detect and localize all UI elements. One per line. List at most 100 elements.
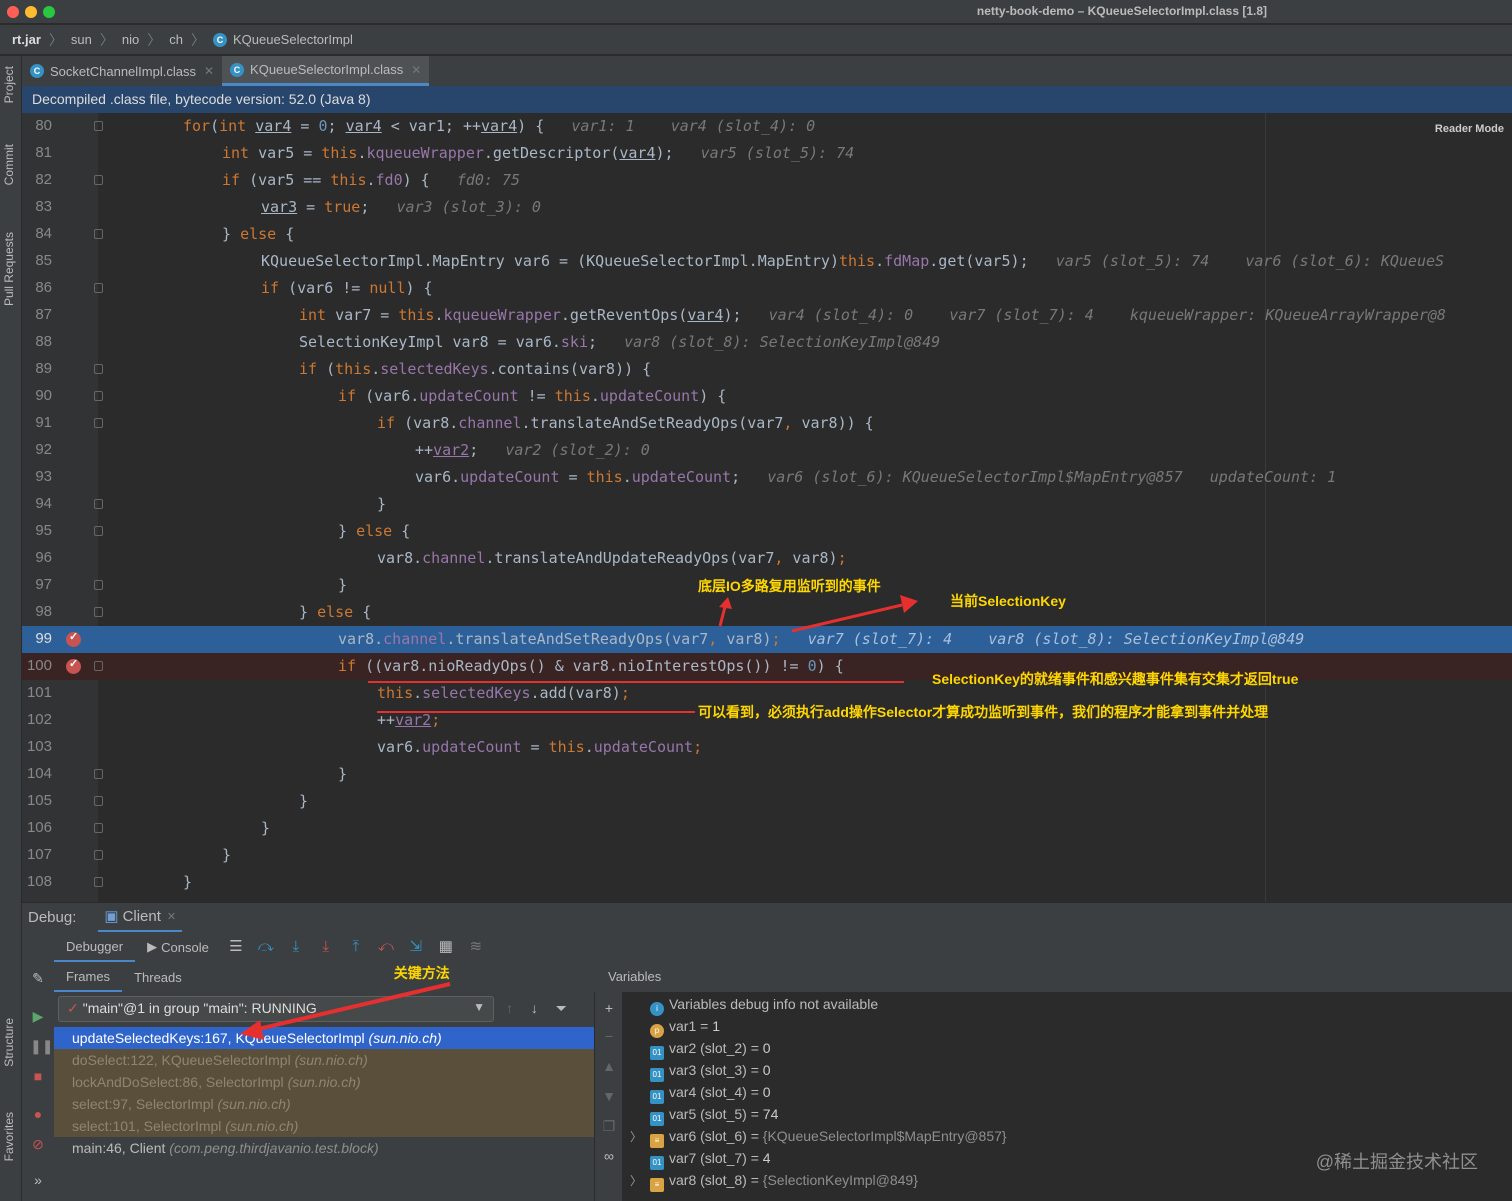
tool-tab-project[interactable]: Project (2, 66, 16, 103)
left-tool-strip: Project Commit Pull Requests Structure F… (0, 56, 22, 1201)
variable-value: 0 (762, 1062, 771, 1078)
run-to-cursor-icon[interactable]: ⇲ (408, 939, 424, 955)
frame-package: (sun.nio.ch) (225, 1118, 299, 1134)
variable-name: var1 (669, 1018, 697, 1034)
glasses-icon[interactable]: ∞ (601, 1148, 617, 1164)
debug-tool-window-header: Debug: ▣ Client ✕ (22, 902, 1512, 933)
close-icon[interactable]: ✕ (167, 910, 176, 923)
breadcrumb-item-class[interactable]: KQueueSelectorImpl (233, 32, 353, 47)
remove-watch-icon[interactable]: − (601, 1028, 617, 1044)
tab-label: KQueueSelectorImpl.class (250, 62, 404, 77)
tool-tab-pull-requests[interactable]: Pull Requests (2, 232, 16, 306)
variable-name: var4 (slot_4) (669, 1084, 747, 1100)
window-maximize-button[interactable] (43, 6, 55, 18)
step-out-icon[interactable]: ⤒ (348, 939, 364, 955)
variable-name: var5 (slot_5) (669, 1106, 747, 1122)
primitive-icon: 01 (650, 1090, 664, 1104)
pause-icon[interactable]: ❚❚ (30, 1038, 53, 1054)
frame-package: (com.peng.thirdjavanio.test.block) (169, 1140, 379, 1156)
breadcrumb-item-nio[interactable]: nio (122, 32, 139, 47)
variable-row[interactable]: 01 var7 (slot_7) = 4 (622, 1150, 771, 1172)
variable-row[interactable]: 〉 ≡ var8 (slot_8) = {SelectionKeyImpl@849} (622, 1172, 918, 1194)
variable-row[interactable]: 01 var5 (slot_5) = 74 (622, 1106, 778, 1128)
frame-package: (sun.nio.ch) (287, 1074, 361, 1090)
primitive-icon: 01 (650, 1112, 664, 1126)
menu-icon[interactable]: ☰ (228, 939, 244, 955)
annotation-arrows (718, 595, 918, 633)
variable-value: 0 (762, 1084, 771, 1100)
expand-chevron-icon[interactable]: 〉 (630, 1128, 642, 1145)
tool-tab-favorites[interactable]: Favorites (2, 1112, 16, 1161)
frame-package: (sun.nio.ch) (217, 1096, 291, 1112)
stack-frame[interactable]: lockAndDoSelect:86, SelectorImpl (sun.ni… (54, 1071, 594, 1093)
variable-name: var8 (slot_8) (669, 1172, 747, 1188)
code-editor[interactable]: Reader Mode 80 for(int var4 = 0; var4 < … (22, 113, 1512, 902)
move-up-icon[interactable]: ▲ (601, 1058, 617, 1074)
object-icon: ≡ (650, 1134, 664, 1148)
variable-value: {KQueueSelectorImpl$MapEntry@857} (762, 1128, 1007, 1144)
copy-icon[interactable]: ❐ (601, 1118, 617, 1134)
stack-frame[interactable]: select:97, SelectorImpl (sun.nio.ch) (54, 1093, 594, 1115)
variable-row[interactable]: 01 var2 (slot_2) = 0 (622, 1040, 771, 1062)
breadcrumb: rt.jar 〉 sun 〉 nio 〉 ch 〉 C KQueueSelectorImp… (0, 25, 1512, 55)
trace-icon[interactable]: ≋ (468, 939, 484, 955)
breadcrumb-item-ch[interactable]: ch (169, 32, 183, 47)
breadcrumb-item-sun[interactable]: sun (71, 32, 92, 47)
watermark: @稀土掘金技术社区 (1315, 1152, 1478, 1172)
parameter-icon: p (650, 1024, 664, 1038)
expand-chevron-icon[interactable]: 〉 (630, 1172, 642, 1189)
debug-toolbar: Debugger ▶ Console ☰ ⤼ ⤓ ⤓ ⤒ ⤺ ⇲ ▦ ≋ (22, 932, 1512, 962)
variable-row[interactable]: 01 var4 (slot_4) = 0 (622, 1084, 771, 1106)
tab-debugger[interactable]: Debugger (54, 932, 136, 962)
mute-breakpoints-icon[interactable]: ⊘ (30, 1136, 46, 1152)
variables-side-toolbar: + − ▲ ▼ ❐ ∞ (594, 962, 622, 1201)
close-icon[interactable]: ✕ (411, 63, 421, 77)
move-down-icon[interactable]: ▼ (601, 1088, 617, 1104)
tab-kqueueselectorimpl[interactable]: C KQueueSelectorImpl.class ✕ (222, 56, 430, 86)
variable-name: var2 (slot_2) (669, 1040, 747, 1056)
breadcrumb-item-jar[interactable]: rt.jar (12, 32, 41, 47)
info-icon: i (650, 1002, 664, 1016)
variable-row[interactable]: 01 var3 (slot_3) = 0 (622, 1062, 771, 1084)
primitive-icon: 01 (650, 1068, 664, 1082)
console-icon: ▶ (147, 939, 158, 954)
variable-row[interactable]: i Variables debug info not available (622, 996, 878, 1018)
wrench-icon[interactable]: ✎ (30, 970, 46, 986)
tab-console-label: Console (161, 939, 209, 955)
tool-tab-commit[interactable]: Commit (2, 144, 16, 185)
tool-tab-structure[interactable]: Structure (2, 1018, 16, 1067)
stack-frame[interactable]: main:46, Client (com.peng.thirdjavanio.t… (54, 1137, 594, 1159)
drop-frame-icon[interactable]: ⤺ (378, 939, 394, 955)
show-execution-point-icon[interactable]: ⤼ (258, 939, 274, 955)
add-watch-icon[interactable]: + (601, 1000, 617, 1016)
variable-row[interactable]: 〉 ≡ var6 (slot_6) = {KQueueSelectorImpl$Ma… (622, 1128, 1007, 1150)
view-breakpoints-icon[interactable]: ● (30, 1106, 46, 1122)
stop-icon[interactable]: ■ (30, 1068, 46, 1084)
variable-value: 1 (712, 1018, 720, 1034)
variable-value: 4 (762, 1150, 771, 1166)
window-minimize-button[interactable] (25, 6, 37, 18)
more-icon[interactable]: » (30, 1172, 46, 1188)
tab-console[interactable]: ▶ Console (135, 932, 221, 962)
primitive-icon: 01 (650, 1046, 664, 1060)
object-icon: ≡ (650, 1178, 664, 1192)
variable-name: var7 (slot_7) (669, 1150, 747, 1166)
step-over-icon[interactable]: ⤓ (288, 939, 304, 955)
tab-socketchannelimpl[interactable]: C SocketChannelImpl.class ✕ (22, 56, 222, 86)
window-close-button[interactable] (7, 6, 19, 18)
close-icon[interactable]: ✕ (204, 64, 214, 78)
debug-side-toolbar: ↻ ✎ ▶ ❚❚ ■ ● ⊘ » (22, 932, 54, 1201)
step-into-icon[interactable]: ⤓ (318, 939, 334, 955)
stack-frame[interactable]: select:101, SelectorImpl (sun.nio.ch) (54, 1115, 594, 1137)
client-config-icon: ▣ (104, 908, 119, 925)
frame-method: select:101, SelectorImpl (72, 1118, 222, 1134)
decompiled-banner: Decompiled .class file, bytecode version… (22, 86, 1512, 113)
evaluate-expression-icon[interactable]: ▦ (438, 939, 454, 955)
variable-name: var3 (slot_3) (669, 1062, 747, 1078)
frame-method: lockAndDoSelect:86, SelectorImpl (72, 1074, 284, 1090)
resume-icon[interactable]: ▶ (30, 1008, 46, 1024)
debug-tab-client[interactable]: ▣ Client ✕ (98, 903, 183, 933)
variable-row[interactable]: p var1 = 1 (622, 1018, 720, 1040)
class-file-icon: C (30, 64, 44, 78)
frames-panel: Frames Threads 关键方法 ✓ "main"@1 in group "… (54, 962, 594, 1201)
